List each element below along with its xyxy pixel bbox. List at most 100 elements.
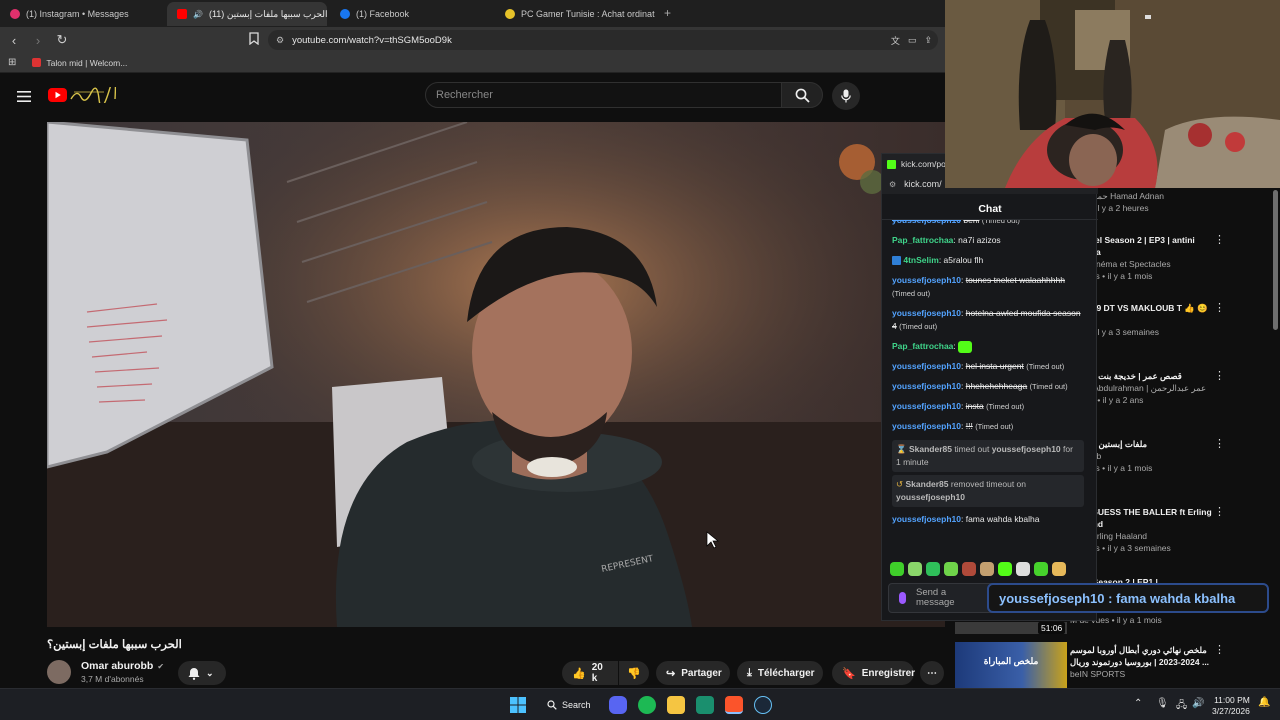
forward-icon[interactable]: › (28, 33, 48, 48)
browser-toolbar: ‹ › ↻ ⚙ youtube.com/watch?v=thSGM5ooD9k … (0, 27, 945, 53)
mod-target[interactable]: youssefjoseph10 (896, 492, 965, 502)
windows-taskbar: Search ⌃ 🎙 🖧 🔊 11:00 PM 3/27/2026 🔔 (0, 688, 1280, 720)
share-icon[interactable]: ⇪ (924, 35, 932, 46)
rec-more-icon[interactable]: ⋮ (1214, 645, 1225, 656)
chat-message: 4tnSelim: a5ralou flh (892, 254, 1084, 267)
tab-facebook[interactable]: (1) Facebook (330, 2, 495, 26)
verified-icon: ✔ (157, 661, 165, 671)
chat-username[interactable]: youssefjoseph10 (892, 401, 961, 411)
emote-icon[interactable] (890, 562, 904, 576)
microphone-icon[interactable] (899, 592, 906, 604)
timeout-tag: (Timed out) (981, 220, 1020, 225)
chat-username[interactable]: youssefjoseph10 (892, 381, 961, 391)
thumbs-up-icon: 👍 (572, 667, 586, 680)
emote-icon[interactable] (908, 562, 922, 576)
taskbar-search[interactable]: Search (537, 696, 599, 714)
mod-actor[interactable]: Skander85 (906, 479, 949, 489)
chat-username[interactable]: youssefjoseph10 (892, 421, 961, 431)
channel-avatar[interactable] (47, 660, 71, 684)
tab-pcgamer[interactable]: PC Gamer Tunisie : Achat ordinateur (495, 2, 655, 26)
steam-icon[interactable] (754, 696, 772, 714)
download-icon: ⤓ (747, 666, 752, 679)
apps-grid-icon[interactable]: ⊞ (8, 57, 16, 68)
tab-youtube[interactable]: 🔊 (11) الحرب سببها ملفات إبستين × (167, 2, 327, 26)
youtube-logo-icon[interactable] (48, 79, 117, 108)
notification-icon[interactable]: 🔔 (1258, 697, 1270, 708)
rec-thumbnail[interactable]: ملخص المباراة (955, 642, 1067, 688)
chat-username[interactable]: youssefjoseph10 (892, 308, 961, 318)
file-explorer-icon[interactable] (667, 696, 685, 714)
rec-more-icon[interactable]: ⋮ (1214, 235, 1225, 246)
reload-icon[interactable]: ↻ (52, 32, 72, 48)
rec-more-icon[interactable]: ⋮ (1214, 303, 1225, 314)
brave-browser-icon[interactable] (725, 696, 743, 714)
discord-icon[interactable] (609, 696, 627, 714)
chevron-up-icon[interactable]: ⌃ (1134, 698, 1142, 709)
screen-icon[interactable]: ▭ (908, 35, 917, 46)
search-button[interactable] (781, 82, 823, 108)
webcam-overlay (945, 0, 1280, 188)
chat-text: hel insta urgent (965, 361, 1024, 371)
translate-icon[interactable]: 文 (891, 34, 900, 47)
emote-icon[interactable] (926, 562, 940, 576)
mod-target[interactable]: youssefjoseph10 (992, 444, 1061, 454)
site-info-icon[interactable]: ⚙ (276, 35, 284, 46)
bookmark-item[interactable]: Talon mid | Welcom... (46, 58, 127, 68)
rec-more-icon[interactable]: ⋮ (1214, 439, 1225, 450)
chat-username[interactable]: youssefjoseph10 (892, 361, 961, 371)
search-icon (547, 700, 557, 710)
emote-icon[interactable] (962, 562, 976, 576)
subscribe-bell-button[interactable]: ⌄ (178, 661, 226, 685)
emote-icon[interactable] (1034, 562, 1048, 576)
chat-username[interactable]: youssefjoseph10 (892, 275, 961, 285)
emote-icon[interactable] (998, 562, 1012, 576)
mod-actor[interactable]: Skander85 (909, 444, 952, 454)
clock[interactable]: 11:00 PM 3/27/2026 (1212, 695, 1250, 717)
voice-search-button[interactable] (832, 82, 860, 110)
network-icon[interactable]: 🖧 (1176, 698, 1187, 715)
page-scrollbar[interactable] (1273, 190, 1278, 330)
emote-icon[interactable] (1016, 562, 1030, 576)
app-icon[interactable] (696, 696, 714, 714)
emote-icon[interactable] (1052, 562, 1066, 576)
save-label: Enregistrer (861, 667, 916, 679)
chat-username[interactable]: Pap_fattrochaa (892, 235, 953, 245)
bookmark-icon[interactable] (249, 32, 259, 50)
timeout-tag: (Timed out) (986, 402, 1025, 411)
chat-text: a5ralou flh (943, 255, 984, 265)
channel-name[interactable]: Omar aburobb (81, 660, 153, 672)
browser-tab-bar: (1) Instagram • Messages 🔊 (11) الحرب سب… (0, 0, 945, 27)
microphone-icon[interactable]: 🎙 (1156, 698, 1169, 709)
emote-icon (958, 340, 973, 353)
back-icon[interactable]: ‹ (4, 33, 24, 48)
chat-username[interactable]: youssefjoseph10 (892, 514, 961, 524)
like-button[interactable]: 👍 20 k (562, 661, 618, 685)
rec-more-icon[interactable]: ⋮ (1214, 371, 1225, 382)
chat-text: behi (963, 220, 980, 225)
volume-icon[interactable]: 🔊 (1192, 698, 1204, 709)
new-tab-button[interactable]: + (664, 6, 671, 20)
thumbs-down-icon: 👎 (627, 667, 641, 680)
download-button[interactable]: ⤓ Télécharger (737, 661, 823, 685)
rec-channel: beIN SPORTS (1070, 669, 1126, 679)
save-button[interactable]: 🔖 Enregistrer (832, 661, 916, 685)
search-input[interactable]: Rechercher (425, 82, 782, 108)
menu-icon[interactable] (17, 89, 31, 107)
address-bar[interactable]: ⚙ youtube.com/watch?v=thSGM5ooD9k 文 ▭ ⇪ (268, 30, 938, 50)
emote-icon[interactable] (944, 562, 958, 576)
tab-instagram[interactable]: (1) Instagram • Messages (0, 2, 165, 26)
hourglass-icon: ⌛ (896, 444, 907, 454)
dislike-button[interactable]: 👎 (619, 661, 649, 685)
rec-item[interactable]: ملخص نهائي دوري أبطال أوروبا لموسم 2024-… (1070, 644, 1220, 680)
share-button[interactable]: ↪ Partager (656, 661, 730, 685)
more-actions-button[interactable]: ⋯ (920, 661, 944, 685)
spotify-icon[interactable] (638, 696, 656, 714)
chat-username[interactable]: Pap_fattrochaa (892, 341, 953, 351)
chat-username[interactable]: youssefjoseph10 (892, 220, 961, 225)
windows-start-icon[interactable] (509, 696, 527, 714)
rec-more-icon[interactable]: ⋮ (1214, 507, 1225, 518)
timeout-tag: (Timed out) (892, 289, 931, 298)
chat-username[interactable]: 4tnSelim (903, 255, 938, 265)
emote-icon[interactable] (980, 562, 994, 576)
video-player[interactable]: REPRESENT (47, 122, 945, 627)
